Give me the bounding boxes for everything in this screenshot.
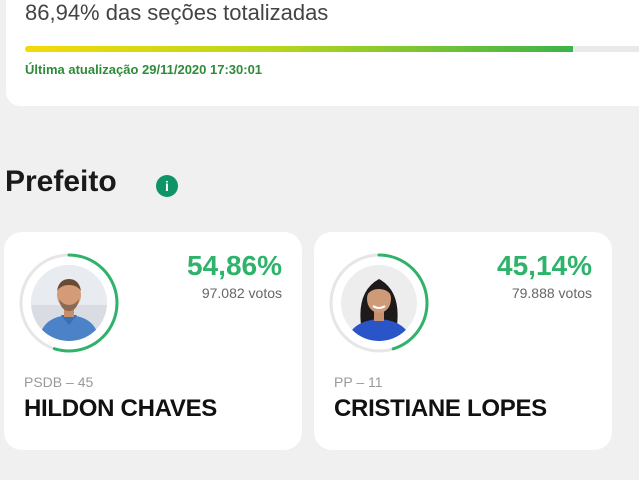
candidate-vote-count: 97.082 votos: [201, 285, 282, 301]
totalization-progress-text: 86,94% das seções totalizadas: [25, 0, 329, 25]
candidate-name: CRISTIANE LOPES: [334, 395, 547, 422]
candidate-vote-count: 79.888 votos: [511, 285, 592, 301]
info-icon[interactable]: i: [156, 175, 178, 197]
candidate-vote-percent: 45,14%: [497, 250, 592, 281]
candidate-name: HILDON CHAVES: [24, 395, 217, 422]
male-candidate-photo: [31, 265, 107, 341]
candidate-vote-percent: 54,86%: [187, 250, 282, 281]
section-title-prefeito: Prefeito: [5, 165, 117, 198]
candidate-party-number: PSDB – 45: [24, 374, 94, 390]
candidate-card[interactable]: 45,14% 79.888 votos PP – 11 CRISTIANE LO…: [314, 232, 612, 450]
totalization-progress-bar: [25, 46, 639, 52]
results-page: 86,94% das seções totalizadas Última atu…: [0, 0, 639, 480]
totalization-progress-fill: [25, 46, 573, 52]
candidate-card[interactable]: 54,86% 97.082 votos PSDB – 45 HILDON CHA…: [4, 232, 302, 450]
candidate-party-number: PP – 11: [334, 374, 383, 390]
totalization-status-card: 86,94% das seções totalizadas Última atu…: [6, 0, 639, 106]
female-candidate-photo: [341, 265, 417, 341]
last-update-timestamp: Última atualização 29/11/2020 17:30:01: [25, 62, 263, 77]
